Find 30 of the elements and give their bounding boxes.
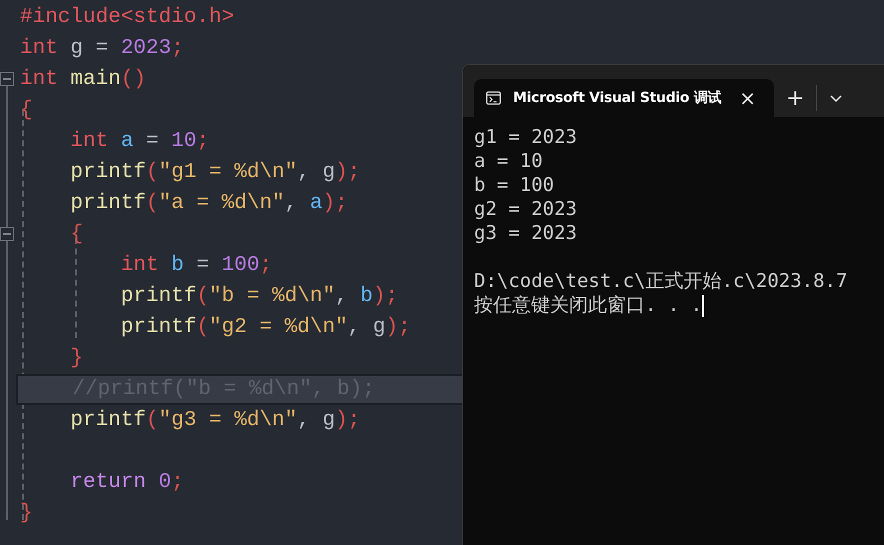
- code-line: int main(): [20, 67, 146, 93]
- output-line: b = 100: [474, 173, 556, 197]
- code-line: int b = 100;: [120, 253, 272, 279]
- output-line: g2 = 2023: [474, 197, 578, 221]
- code-line: int a = 10;: [69, 129, 210, 155]
- code-line: #include<stdio.h>: [20, 5, 234, 31]
- code-line: {: [20, 98, 33, 124]
- terminal-tab[interactable]: Microsoft Visual Studio 调试 ×: [474, 79, 774, 117]
- tab-title: Microsoft Visual Studio 调试: [513, 89, 722, 107]
- collapse-icon[interactable]: [0, 72, 14, 86]
- code-line: printf("g1 = %d\n", g);: [69, 160, 360, 186]
- code-line: printf("g2 = %d\n", g);: [120, 315, 411, 341]
- close-tab-button[interactable]: ×: [733, 79, 762, 117]
- collapse-icon[interactable]: [0, 227, 14, 241]
- output-line: a = 10: [474, 149, 544, 173]
- code-line: int g = 2023;: [20, 36, 184, 62]
- code-line: }: [20, 501, 33, 527]
- output-line: g3 = 2023: [474, 221, 578, 245]
- code-line: printf("g3 = %d\n", g);: [69, 408, 360, 434]
- output-line: 按任意键关闭此窗口. . .: [474, 294, 702, 316]
- code-line: }: [69, 346, 84, 372]
- terminal-icon: [486, 89, 501, 107]
- code-line: return 0;: [69, 470, 184, 496]
- code-line: {: [69, 222, 84, 248]
- output-line: D:\code\test.c\正式开始.c\2023.8.7: [474, 270, 848, 292]
- code-line: printf("b = %d\n", b);: [120, 284, 398, 310]
- chevron-down-icon: [829, 93, 844, 103]
- code-line: printf("a = %d\n", a);: [69, 191, 348, 217]
- output-line: g1 = 2023: [474, 125, 578, 149]
- new-tab-button[interactable]: +: [780, 79, 810, 117]
